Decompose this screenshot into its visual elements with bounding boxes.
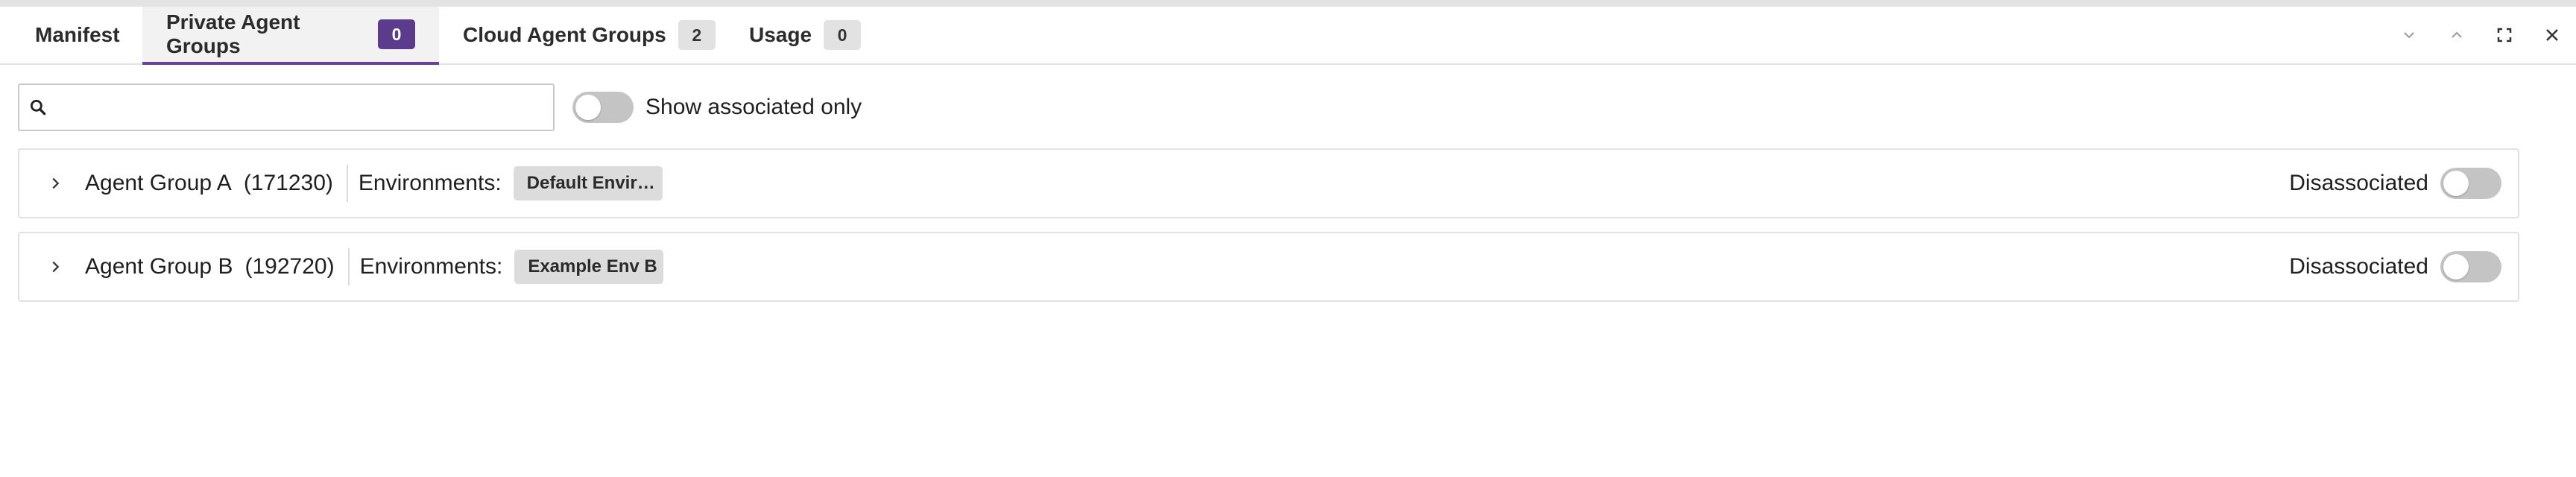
tab-private-agent-groups-label: Private Agent Groups <box>166 10 300 57</box>
association-status: Disassociated <box>2289 171 2428 195</box>
environment-chip: Example Env B <box>514 250 664 284</box>
association-status: Disassociated <box>2289 254 2428 279</box>
collapse-up-button[interactable] <box>2433 11 2481 59</box>
expand-row-button[interactable] <box>33 161 78 206</box>
agent-group-row: Agent Group A (171230) Environments: Def… <box>18 148 2519 218</box>
chevron-right-icon <box>52 177 60 189</box>
toggle-knob <box>575 95 601 120</box>
fullscreen-icon <box>2497 28 2512 42</box>
row-divider <box>347 248 350 285</box>
toggle-knob <box>2443 171 2469 196</box>
tab-manifest-label: Manifest <box>35 23 120 46</box>
environments-label: Environments: <box>359 254 503 279</box>
association-control: Disassociated <box>2289 233 2501 300</box>
chevron-right-icon <box>52 261 60 273</box>
association-control: Disassociated <box>2289 150 2501 217</box>
tab-cloud-agent-groups[interactable]: Cloud Agent Groups 2 <box>439 7 739 63</box>
tab-manifest[interactable]: Manifest <box>11 7 144 63</box>
agent-group-list: Agent Group A (171230) Environments: Def… <box>18 148 2519 315</box>
fullscreen-button[interactable] <box>2481 11 2528 59</box>
search-input[interactable] <box>55 85 553 130</box>
search-icon <box>30 99 46 116</box>
tab-cloud-agent-groups-count: 2 <box>678 20 716 50</box>
agent-group-name: Agent Group B <box>85 254 233 279</box>
expand-row-button[interactable] <box>33 244 78 289</box>
tab-private-agent-groups-count: 0 <box>378 19 415 49</box>
agent-group-row: Agent Group B (192720) Environments: Exa… <box>18 232 2519 302</box>
row-divider <box>346 165 348 202</box>
show-associated-only-toggle[interactable] <box>572 92 634 123</box>
search-box <box>18 83 555 131</box>
agent-group-name: Agent Group A <box>85 171 232 195</box>
chevron-down-icon <box>2404 32 2414 39</box>
close-button[interactable] <box>2528 11 2576 59</box>
tab-usage-count: 0 <box>824 20 862 50</box>
association-toggle[interactable] <box>2440 251 2501 282</box>
association-toggle[interactable] <box>2440 168 2501 199</box>
show-associated-only-label: Show associated only <box>645 95 862 119</box>
top-strip <box>0 0 2576 7</box>
tab-usage-label: Usage <box>749 23 812 46</box>
tab-bar: Manifest Private Agent Groups 0 Cloud Ag… <box>0 7 2576 65</box>
tab-cloud-agent-groups-label: Cloud Agent Groups <box>463 23 666 46</box>
close-icon <box>2546 29 2558 41</box>
environments-label: Environments: <box>358 171 502 195</box>
filter-toolbar: Show associated only <box>18 83 862 132</box>
collapse-down-button[interactable] <box>2385 11 2433 59</box>
agent-group-id: (192720) <box>244 254 335 279</box>
agent-group-id: (171230) <box>243 171 333 195</box>
environment-chip: Default Envir… <box>513 166 663 200</box>
tab-usage[interactable]: Usage 0 <box>725 7 885 63</box>
window-controls <box>2385 7 2576 63</box>
toggle-knob <box>2443 254 2469 279</box>
chevron-up-icon <box>2452 31 2462 38</box>
tab-private-agent-groups[interactable]: Private Agent Groups 0 <box>142 7 439 65</box>
